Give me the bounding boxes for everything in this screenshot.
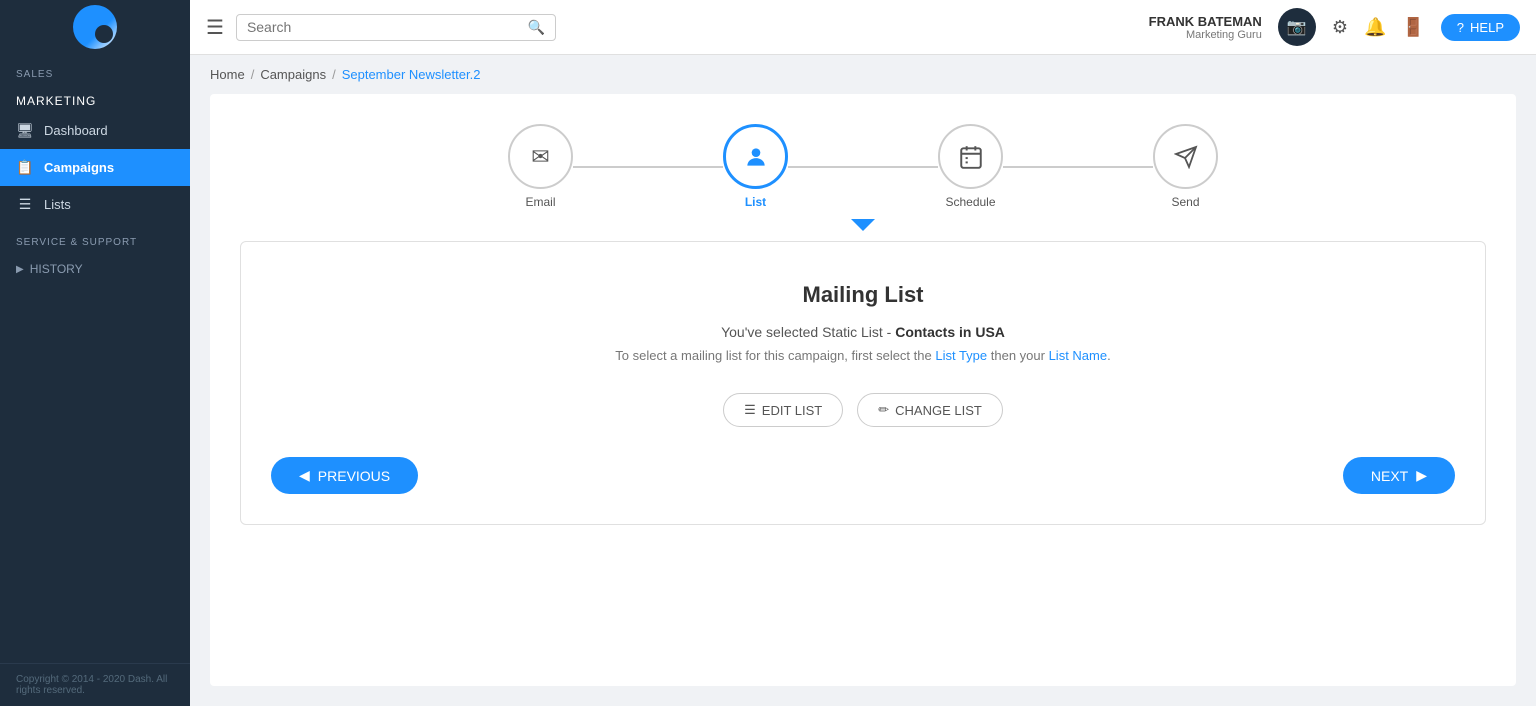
sidebar-campaigns-label: Campaigns: [44, 160, 114, 175]
search-box: 🔍: [236, 14, 556, 41]
sidebar-dashboard-label: Dashboard: [44, 123, 108, 138]
step-connector-2: [788, 166, 938, 168]
step-schedule-circle: [938, 124, 1003, 189]
mailing-actions: ☰ EDIT LIST ✏ CHANGE LIST: [271, 393, 1455, 427]
edit-list-label: EDIT LIST: [762, 403, 822, 418]
sidebar-item-dashboard[interactable]: 🖥 Dashboard: [0, 112, 190, 149]
change-list-button[interactable]: ✏ CHANGE LIST: [857, 393, 1003, 427]
previous-button[interactable]: ◀ PREVIOUS: [271, 457, 418, 494]
sidebar: SALES MARKETING 🖥 Dashboard 📋 Campaigns …: [0, 55, 190, 706]
notifications-button[interactable]: 🔔: [1364, 17, 1386, 38]
next-label: NEXT: [1371, 468, 1408, 484]
user-role: Marketing Guru: [1149, 29, 1262, 41]
steps-bar: ✉ Email List: [240, 124, 1486, 209]
step-pointer: [240, 219, 1486, 231]
step-schedule-label: Schedule: [945, 195, 995, 209]
step-email-label: Email: [525, 195, 555, 209]
breadcrumb-campaigns[interactable]: Campaigns: [260, 67, 326, 82]
help-icon: ?: [1457, 20, 1464, 35]
step-schedule: Schedule: [938, 124, 1003, 209]
mailing-desc-middle: then your: [987, 348, 1048, 363]
step-send: Send: [1153, 124, 1218, 209]
edit-list-button[interactable]: ☰ EDIT LIST: [723, 393, 843, 427]
header: ☰ 🔍 FRANK BATEMAN Marketing Guru 📷 ⚙ 🔔 🚪…: [0, 0, 1536, 55]
step-pointer-triangle: [851, 219, 875, 231]
sidebar-history-label: HISTORY: [30, 262, 83, 276]
next-arrow-icon: ▶: [1416, 467, 1427, 484]
sidebar-item-lists[interactable]: ☰ Lists: [0, 186, 190, 223]
mailing-card: Mailing List You've selected Static List…: [240, 241, 1486, 525]
main-layout: SALES MARKETING 🖥 Dashboard 📋 Campaigns …: [0, 55, 1536, 706]
camera-button[interactable]: 📷: [1278, 8, 1316, 46]
search-icon: 🔍: [528, 19, 545, 36]
mailing-subtitle-bold: Contacts in USA: [895, 324, 1005, 340]
campaign-container: ✉ Email List: [210, 94, 1516, 686]
history-arrow-icon: ▶: [16, 264, 24, 275]
mailing-subtitle: You've selected Static List - Contacts i…: [271, 324, 1455, 340]
previous-label: PREVIOUS: [318, 468, 390, 484]
search-input[interactable]: [247, 19, 528, 35]
breadcrumb-sep2: /: [332, 67, 336, 82]
service-support-label: SERVICE & SUPPORT: [0, 223, 190, 252]
step-email: ✉ Email: [508, 124, 573, 209]
mailing-desc-suffix: .: [1107, 348, 1111, 363]
mailing-list-title: Mailing List: [271, 282, 1455, 308]
step-list-label: List: [745, 195, 766, 209]
breadcrumb-home[interactable]: Home: [210, 67, 245, 82]
schedule-icon: [958, 144, 984, 170]
list-person-icon: [743, 144, 769, 170]
campaigns-icon: 📋: [16, 159, 34, 176]
marketing-section-label: MARKETING: [0, 84, 190, 112]
sidebar-history[interactable]: ▶ HISTORY: [0, 252, 190, 286]
step-email-circle: ✉: [508, 124, 573, 189]
mailing-subtitle-prefix: You've selected Static List -: [721, 324, 895, 340]
breadcrumb-sep1: /: [251, 67, 255, 82]
help-button[interactable]: ? HELP: [1441, 14, 1520, 41]
settings-button[interactable]: ⚙: [1332, 17, 1348, 38]
list-type-link[interactable]: List Type: [935, 348, 987, 363]
step-list: List: [723, 124, 788, 209]
breadcrumb-current: September Newsletter.2: [342, 67, 481, 82]
mailing-description: To select a mailing list for this campai…: [271, 348, 1455, 363]
navigation-buttons: ◀ PREVIOUS NEXT ▶: [271, 457, 1455, 494]
user-name: FRANK BATEMAN: [1149, 14, 1262, 29]
logo: [0, 0, 190, 55]
sales-section-label: SALES: [0, 55, 190, 84]
help-label: HELP: [1470, 20, 1504, 35]
step-list-circle: [723, 124, 788, 189]
step-send-circle: [1153, 124, 1218, 189]
step-connector-3: [1003, 166, 1153, 168]
camera-icon: 📷: [1287, 17, 1307, 37]
dashboard-icon: 🖥: [16, 122, 34, 139]
breadcrumb: Home / Campaigns / September Newsletter.…: [190, 55, 1536, 94]
header-right: FRANK BATEMAN Marketing Guru 📷 ⚙ 🔔 🚪 ? H…: [1149, 8, 1520, 46]
sidebar-lists-label: Lists: [44, 197, 71, 212]
logout-button[interactable]: 🚪: [1402, 17, 1424, 38]
user-info: FRANK BATEMAN Marketing Guru: [1149, 14, 1262, 41]
sidebar-footer: Copyright © 2014 - 2020 Dash. All rights…: [0, 663, 190, 706]
logo-circle: [73, 5, 117, 49]
sidebar-item-campaigns[interactable]: 📋 Campaigns: [0, 149, 190, 186]
next-button[interactable]: NEXT ▶: [1343, 457, 1455, 494]
lists-icon: ☰: [16, 196, 34, 213]
change-list-icon: ✏: [878, 402, 889, 418]
step-connector-1: [573, 166, 723, 168]
hamburger-button[interactable]: ☰: [206, 15, 224, 40]
edit-list-icon: ☰: [744, 402, 756, 418]
list-name-link[interactable]: List Name: [1049, 348, 1108, 363]
send-icon: [1174, 145, 1198, 169]
previous-arrow-icon: ◀: [299, 467, 310, 484]
step-send-label: Send: [1171, 195, 1199, 209]
change-list-label: CHANGE LIST: [895, 403, 982, 418]
content-area: Home / Campaigns / September Newsletter.…: [190, 55, 1536, 706]
mailing-desc-prefix: To select a mailing list for this campai…: [615, 348, 935, 363]
